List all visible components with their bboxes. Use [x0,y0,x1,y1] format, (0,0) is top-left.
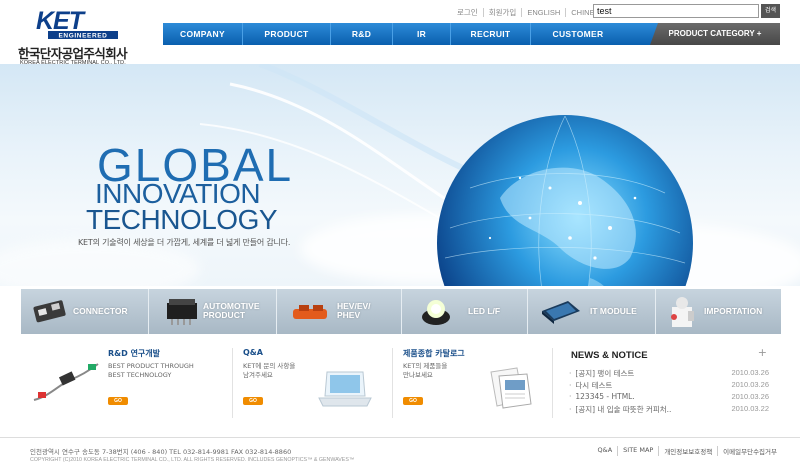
qna-desc-line1: KET에 문의 사항을 [243,362,296,370]
category-label: IMPORTATION [704,306,763,316]
globe-illustration [437,115,693,286]
news-item-text: [공지] 내 입술 따뜻한 커피처.. [575,405,672,414]
news-more-button[interactable]: + [758,346,767,359]
catalog-title: 제품종합 카탈로그 [403,349,465,358]
catalog-desc-line2: 만나보세요 [403,371,433,379]
util-link-join[interactable]: 회원가입 [484,7,523,17]
led-icon [422,300,450,325]
util-link-login[interactable]: 로그인 [452,7,484,17]
divider [552,348,553,418]
hero-subtitle: KET의 기술력이 세상을 더 가깝게, 세계를 더 넓게 만들어 갑니다. [78,238,291,247]
news-item-text: [공지] 팽이 테스트 [575,369,635,378]
category-label-line2: PRODUCT [203,310,246,320]
qna-title: Q&A [243,348,263,357]
nav-customer[interactable]: CUSTOMER [531,23,625,45]
importation-icon [671,297,694,327]
news-title: NEWS & NOTICE [571,350,648,361]
news-item-text: 123345 - HTML. [575,392,635,401]
rnd-desc-line2: BEST TECHNOLOGY [108,371,172,379]
it-module-icon [542,301,580,324]
utility-links: 로그인 회원가입 ENGLISH CHINESE [452,6,610,18]
hero-banner: GLOBAL INNOVATION TECHNOLOGY KET의 기술력이 세… [0,64,800,286]
category-it-module[interactable]: IT MODULE [528,289,656,334]
footer-link-privacy[interactable]: 개인정보보호정책 [659,446,719,456]
search-button[interactable]: 검색 [761,4,780,18]
ket-logo-mark: KET ENGINEERED [28,8,126,40]
category-led-lf[interactable]: LED L/F [402,289,528,334]
category-automotive-product[interactable]: AUTOMOTIVE PRODUCT [149,289,277,334]
svg-text:ENGINEERED: ENGINEERED [59,33,108,40]
news-item-date: 2010.03.22 [731,404,769,413]
automotive-module-icon [167,299,197,325]
qna-go-button[interactable]: GO [243,397,263,405]
category-label: IT MODULE [590,306,637,316]
news-item-date: 2010.03.26 [731,380,769,389]
nav-product[interactable]: PRODUCT [243,23,331,45]
footer: 인천광역시 연수구 송도동 7-38번지 (406 - 840) TEL 032… [0,437,800,470]
svg-text:KET: KET [36,8,87,35]
catalog-go-button[interactable]: GO [403,397,423,405]
news-item[interactable]: · 123345 - HTML. 2010.03.26 [569,392,769,402]
category-label-line2: PHEV [337,310,361,320]
news-item[interactable]: · [공지] 내 입술 따뜻한 커피처.. 2010.03.22 [569,404,769,414]
nav-recruit[interactable]: RECRUIT [451,23,531,45]
category-label: LED L/F [468,306,501,316]
rnd-desc-line1: BEST PRODUCT THROUGH [108,362,194,370]
catalog-desc-line1: KET의 제품들을 [403,362,448,370]
footer-links: Q&A SITE MAP 개인정보보호정책 이메일무단수집거부 [593,446,782,456]
footer-address: 인천광역시 연수구 송도동 7-38번지 (406 - 840) TEL 032… [30,448,292,456]
product-category-button[interactable]: PRODUCT CATEGORY + [650,23,780,45]
header: KET ENGINEERED 한국단자공업주식회사 KOREA ELECTRIC… [0,0,800,66]
company-logo[interactable]: KET ENGINEERED 한국단자공업주식회사 KOREA ELECTRIC… [18,8,138,66]
category-connector[interactable]: CONNECTOR [21,289,149,334]
news-item[interactable]: · 다시 테스트 2010.03.26 [569,380,769,390]
product-category-strip: CONNECTOR AUTOMOTIVE PRODUCT HEV/EV/ PHE… [21,289,781,334]
rnd-product-image [33,363,99,401]
rnd-go-button[interactable]: GO [108,397,128,405]
footer-link-sitemap[interactable]: SITE MAP [618,446,660,456]
news-item-date: 2010.03.26 [731,392,769,401]
hero-title-technology: TECHNOLOGY [86,204,278,235]
laptop-image [318,371,372,407]
category-label: CONNECTOR [73,306,128,316]
news-item-date: 2010.03.26 [731,368,769,377]
hev-connector-icon [293,305,327,319]
rnd-title: R&D 연구개발 [108,349,161,358]
util-link-english[interactable]: ENGLISH [522,7,567,17]
qna-desc-line2: 남겨주세요 [243,371,273,379]
news-item[interactable]: · [공지] 팽이 테스트 2010.03.26 [569,368,769,378]
news-item-text: 다시 테스트 [575,381,613,390]
footer-link-qna[interactable]: Q&A [593,446,619,456]
nav-rnd[interactable]: R&D [331,23,393,45]
divider [232,348,233,418]
divider [392,348,393,418]
footer-copyright: COPYRIGHT (C)2010 KOREA ELECTRIC TERMINA… [30,457,355,463]
footer-link-email-policy[interactable]: 이메일무단수집거부 [718,446,782,456]
category-hev-ev-phev[interactable]: HEV/EV/ PHEV [277,289,402,334]
nav-company[interactable]: COMPANY [163,23,243,45]
connector-icon [33,300,66,323]
catalog-image [490,367,532,409]
category-importation[interactable]: IMPORTATION [656,289,781,334]
nav-ir[interactable]: IR [393,23,451,45]
search-input[interactable] [593,4,759,18]
main-nav: COMPANY PRODUCT R&D IR RECRUIT CUSTOMER … [163,23,780,45]
